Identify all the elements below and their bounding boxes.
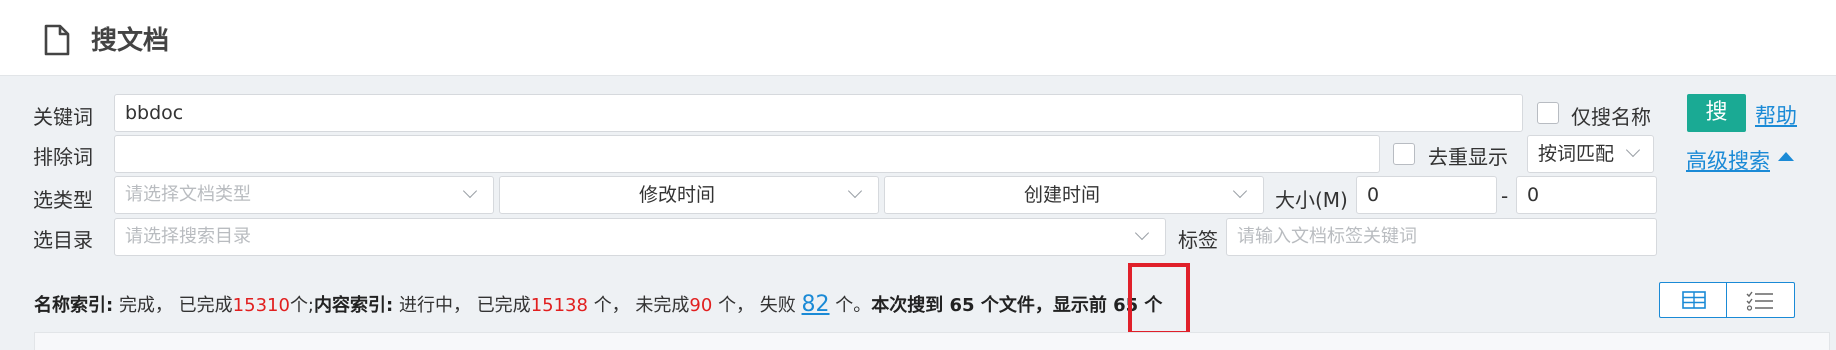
chevron-down-icon xyxy=(462,183,478,199)
content-index-state: 进行中， xyxy=(398,295,471,316)
name-only-label: 仅搜名称 xyxy=(1571,105,1651,129)
name-done-count: 15310 xyxy=(232,295,290,316)
search-button[interactable]: 搜 xyxy=(1687,94,1746,132)
dir-select[interactable]: 请选择搜索目录 xyxy=(114,218,1166,256)
search-summary: 本次搜到 65 个文件，显示前 65 个 xyxy=(871,295,1163,316)
name-done-unit: 个; xyxy=(289,295,315,316)
caret-up-icon[interactable] xyxy=(1778,152,1794,161)
results-table-header xyxy=(34,332,1830,350)
chevron-down-icon xyxy=(1232,183,1248,199)
table-view-icon xyxy=(1682,291,1706,309)
type-label: 选类型 xyxy=(33,188,93,212)
highlight-box xyxy=(1128,263,1190,335)
size-separator: - xyxy=(1501,184,1509,208)
content-undone-unit: 个， xyxy=(718,295,755,316)
content-failed-unit: 个。 xyxy=(835,295,872,316)
chevron-down-icon xyxy=(1625,142,1641,158)
list-view-button[interactable] xyxy=(1727,283,1794,317)
name-index-label: 名称索引: xyxy=(34,295,114,316)
page-header: 搜文档 xyxy=(0,0,1836,76)
match-mode-value: 按词匹配 xyxy=(1538,143,1615,165)
size-min-input[interactable]: 0 xyxy=(1356,176,1497,214)
tag-input[interactable]: 请输入文档标签关键词 xyxy=(1226,218,1657,256)
content-done-prefix: 已完成 xyxy=(476,295,531,316)
help-link[interactable]: 帮助 xyxy=(1755,100,1797,130)
exclude-label: 排除词 xyxy=(33,145,93,169)
tag-label: 标签 xyxy=(1178,228,1218,252)
advanced-search-link[interactable]: 高级搜索 xyxy=(1686,145,1770,175)
name-only-checkbox[interactable] xyxy=(1537,102,1559,124)
document-icon xyxy=(44,24,70,56)
dedupe-checkbox[interactable] xyxy=(1393,143,1415,165)
index-status: 名称索引: 完成， 已完成15310个;内容索引: 进行中， 已完成15138 … xyxy=(34,291,1162,317)
page-title: 搜文档 xyxy=(91,26,170,56)
size-label: 大小(M) xyxy=(1275,188,1348,212)
chevron-down-icon xyxy=(847,183,863,199)
modified-time-select[interactable]: 修改时间 xyxy=(499,176,879,214)
created-time-select[interactable]: 创建时间 xyxy=(884,176,1264,214)
content-undone-count: 90 xyxy=(689,295,713,316)
content-failed-prefix: 失败 xyxy=(759,295,796,316)
modified-time-value: 修改时间 xyxy=(638,184,715,206)
keyword-label: 关键词 xyxy=(33,105,93,129)
content-done-count: 15138 xyxy=(530,295,588,316)
chevron-down-icon xyxy=(1134,225,1150,241)
name-done-prefix: 已完成 xyxy=(178,295,233,316)
match-mode-select[interactable]: 按词匹配 xyxy=(1527,135,1654,173)
dir-label: 选目录 xyxy=(33,228,93,252)
type-select[interactable]: 请选择文档类型 xyxy=(114,176,494,214)
view-toggle xyxy=(1659,282,1795,318)
content-index-label: 内容索引: xyxy=(314,295,394,316)
table-view-button[interactable] xyxy=(1660,283,1727,317)
keyword-input[interactable]: bbdoc xyxy=(114,94,1523,132)
type-select-placeholder: 请选择文档类型 xyxy=(125,184,251,205)
dir-select-placeholder: 请选择搜索目录 xyxy=(125,226,251,247)
size-max-input[interactable]: 0 xyxy=(1516,176,1657,214)
content-failed-link[interactable]: 82 xyxy=(802,292,830,317)
exclude-input[interactable] xyxy=(114,135,1380,173)
created-time-value: 创建时间 xyxy=(1023,184,1100,206)
content-done-unit: 个， xyxy=(593,295,630,316)
checklist-icon xyxy=(1746,291,1773,311)
content-undone-prefix: 未完成 xyxy=(635,295,690,316)
name-index-state: 完成， xyxy=(118,295,173,316)
dedupe-label: 去重显示 xyxy=(1428,145,1508,169)
